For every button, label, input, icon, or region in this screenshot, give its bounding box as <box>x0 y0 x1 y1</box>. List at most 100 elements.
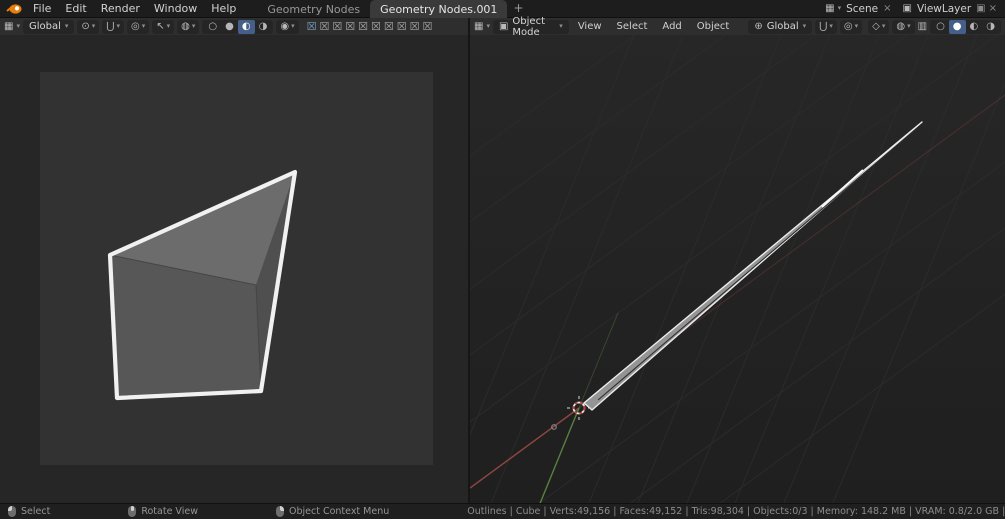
chevron-down-icon: ▾ <box>166 22 171 30</box>
exclude-toggle-icon[interactable]: ☒ <box>370 21 382 32</box>
orientation-axis-icon: ⊕ <box>754 20 763 32</box>
eye-icon: ◉ <box>280 20 290 32</box>
menu-view[interactable]: View <box>572 19 608 35</box>
viewport-shading-group: ○ ● ◐ ◑ <box>202 19 274 34</box>
overlays-dropdown[interactable]: ◍ ▾ <box>177 19 200 34</box>
chevron-down-icon: ▾ <box>486 22 490 30</box>
transform-orientation-label: Global <box>28 21 61 32</box>
chevron-down-icon: ▾ <box>881 22 886 30</box>
shading-wireframe-button[interactable]: ○ <box>932 20 949 34</box>
exclude-toggle-icon[interactable]: ☒ <box>318 21 330 32</box>
viewport-3d[interactable] <box>470 35 1005 503</box>
blender-logo-icon[interactable] <box>6 3 22 15</box>
blender-window: File Edit Render Window Help Geometry No… <box>0 0 1005 519</box>
menu-file[interactable]: File <box>26 0 58 17</box>
scene-browse-icon[interactable]: ▦ <box>825 3 834 14</box>
exclude-toggle-icon[interactable]: ☒ <box>409 21 421 32</box>
viewport-shading-group: ○ ● ◐ ◑ <box>930 19 1001 34</box>
show-gizmo-dropdown[interactable]: ◇ ▾ <box>868 19 890 34</box>
y-axis-line <box>539 407 580 503</box>
chevron-down-icon: ▾ <box>837 4 842 12</box>
shading-material-button[interactable]: ◐ <box>966 20 983 34</box>
menu-add[interactable]: Add <box>656 19 687 35</box>
editor-type-icon[interactable]: ▦ <box>4 21 13 32</box>
chevron-down-icon: ▾ <box>16 22 20 30</box>
viewport-3d-header: ▦ ▾ ▣ Object Mode ▾ View Select Add Obje… <box>470 16 1005 38</box>
shading-solid-button[interactable]: ● <box>221 20 238 34</box>
blade-object <box>583 121 923 411</box>
tab-geometry-nodes[interactable]: Geometry Nodes <box>257 0 370 18</box>
chevron-down-icon: ▾ <box>191 22 196 30</box>
exclude-toggle-icon[interactable]: ☒ <box>331 21 343 32</box>
topbar: File Edit Render Window Help Geometry No… <box>0 0 1005 18</box>
proportional-editing-toggle[interactable]: ◎ ▾ <box>127 19 150 34</box>
snap-magnet-icon: ⋃ <box>819 20 828 32</box>
exclude-toggle-icon[interactable]: ☒ <box>357 21 369 32</box>
transform-orientation-dropdown[interactable]: Global ▾ <box>22 19 75 34</box>
exclude-toggle-icon[interactable]: ☒ <box>396 21 408 32</box>
shading-wireframe-button[interactable]: ○ <box>204 20 221 34</box>
workspace-tabs: Geometry Nodes Geometry Nodes.001 + <box>257 0 529 18</box>
scene-statistics: Outlines | Cube | Verts:49,156 | Faces:4… <box>467 506 1005 517</box>
menu-window[interactable]: Window <box>147 0 204 17</box>
keymap-hint-rotate-view: Rotate View <box>128 506 198 517</box>
viewport-area <box>0 35 1005 503</box>
menu-render[interactable]: Render <box>94 0 147 17</box>
overlays-dropdown[interactable]: ◍ ▾ <box>892 19 915 34</box>
proportional-editing-toggle[interactable]: ◎ ▾ <box>839 19 863 34</box>
shading-solid-button[interactable]: ● <box>948 19 966 34</box>
snap-toggle[interactable]: ⋃ ▾ <box>815 19 837 34</box>
proportional-editing-icon: ◎ <box>843 20 853 32</box>
editor-type-icon[interactable]: ▦ <box>474 21 483 32</box>
xray-toggle-icon[interactable]: ▥ <box>918 21 927 32</box>
chevron-down-icon: ▾ <box>91 22 96 30</box>
chevron-down-icon: ▾ <box>291 22 295 30</box>
overlays-icon: ◍ <box>896 20 906 32</box>
menu-object[interactable]: Object <box>691 19 736 35</box>
chevron-down-icon: ▾ <box>141 22 146 30</box>
left-viewport-header: ▦ ▾ Global ▾ ⊙ ▾ ⋃ ▾ ◎ ▾ ↖ ▾ ◍ ▾ ○ ● ◐ ◑… <box>0 18 470 35</box>
pivot-point-dropdown[interactable]: ⊙ ▾ <box>77 19 100 34</box>
chevron-down-icon: ▾ <box>907 22 911 30</box>
tweak-tool-dropdown[interactable]: ↖ ▾ <box>152 19 175 34</box>
exclude-toggle-icon[interactable]: ☒ <box>421 21 433 32</box>
shading-rendered-button[interactable]: ◑ <box>982 20 999 34</box>
chevron-down-icon: ▾ <box>802 22 807 30</box>
viewlayer-icon[interactable]: ▣ <box>903 3 912 14</box>
scene-name[interactable]: Scene <box>844 3 880 15</box>
tab-geometry-nodes-001[interactable]: Geometry Nodes.001 <box>370 0 508 18</box>
chevron-down-icon: ▾ <box>854 22 859 30</box>
statusbar: Select Rotate View Object Context Menu O… <box>0 503 1005 519</box>
shading-rendered-button[interactable]: ◑ <box>255 20 272 34</box>
overlays-icon: ◍ <box>181 20 190 32</box>
exclude-toggle-icon[interactable]: ☒ <box>306 21 318 32</box>
chevron-down-icon: ▾ <box>559 22 563 30</box>
exclude-toggle-icon[interactable]: ☒ <box>383 21 395 32</box>
scene-unlink-icon[interactable]: × <box>883 3 891 14</box>
remove-viewlayer-icon[interactable]: × <box>989 3 997 14</box>
chevron-down-icon: ▾ <box>116 22 121 30</box>
keymap-hint-label: Select <box>21 506 51 517</box>
object-mode-icon: ▣ <box>498 20 509 32</box>
gizmo-icon: ◇ <box>872 20 880 32</box>
mouse-left-icon <box>8 506 16 517</box>
mouse-middle-icon <box>128 506 137 517</box>
transform-orientation-dropdown[interactable]: ⊕ Global ▾ <box>748 19 813 34</box>
viewport-3d-graphic <box>470 35 1005 503</box>
scene-viewlayer-controls: ▦ ▾ Scene × ▣ ViewLayer ▣ × <box>825 3 1005 15</box>
menu-help[interactable]: Help <box>204 0 243 17</box>
transform-orientation-label: Global <box>766 21 799 32</box>
menu-edit[interactable]: Edit <box>58 0 93 17</box>
exclude-toggle-icon[interactable]: ☒ <box>344 21 356 32</box>
viewlayer-name[interactable]: ViewLayer <box>915 3 973 15</box>
pivot-icon: ⊙ <box>81 20 90 32</box>
visibility-dropdown[interactable]: ◉ ▾ <box>276 19 299 34</box>
menubar: File Edit Render Window Help <box>26 0 243 17</box>
menu-select[interactable]: Select <box>611 19 654 35</box>
camera-preview-viewport[interactable] <box>0 35 470 503</box>
snap-toggle[interactable]: ⋃ ▾ <box>102 19 125 34</box>
shading-material-button[interactable]: ◐ <box>237 19 255 34</box>
keymap-hint-select: Select <box>8 506 50 517</box>
copy-viewlayer-icon[interactable]: ▣ <box>976 3 985 14</box>
mode-dropdown[interactable]: ▣ Object Mode ▾ <box>492 16 569 38</box>
